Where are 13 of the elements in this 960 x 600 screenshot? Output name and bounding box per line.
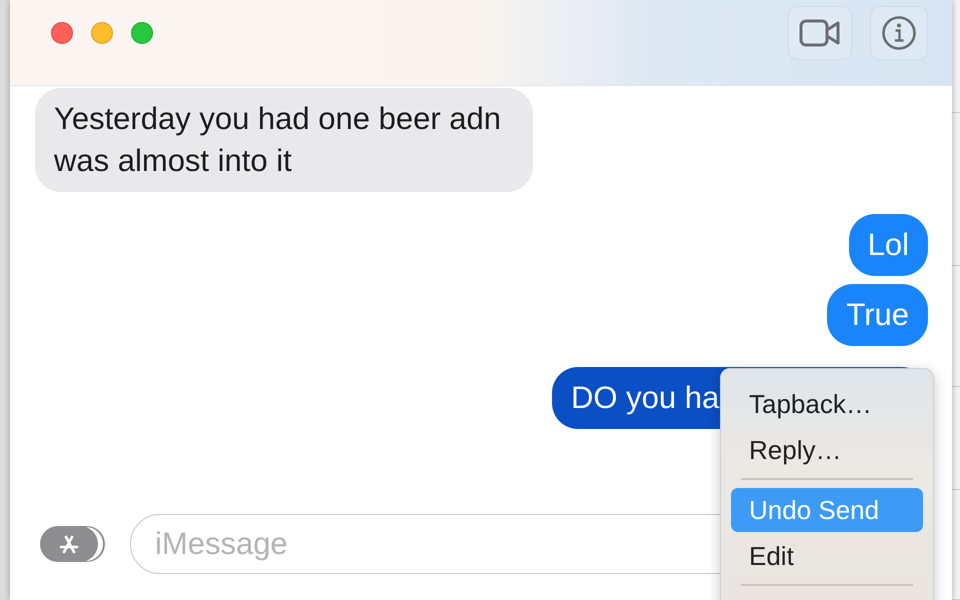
minimize-button[interactable] xyxy=(91,22,113,44)
message-bubble[interactable]: Yesterday you had one beer adn was almost into it xyxy=(35,88,533,192)
message-bubble[interactable]: Lol xyxy=(848,214,928,276)
info-button[interactable] xyxy=(870,6,928,60)
menu-item[interactable]: Reply… xyxy=(731,428,923,472)
app-store-button[interactable] xyxy=(40,526,98,562)
menu-item[interactable]: Tapback… xyxy=(731,382,923,426)
info-icon xyxy=(881,15,917,51)
video-call-button[interactable] xyxy=(788,6,852,60)
close-button[interactable] xyxy=(51,22,73,44)
video-camera-icon xyxy=(799,18,841,48)
zoom-button[interactable] xyxy=(131,22,153,44)
message-bubble[interactable]: True xyxy=(827,284,928,346)
